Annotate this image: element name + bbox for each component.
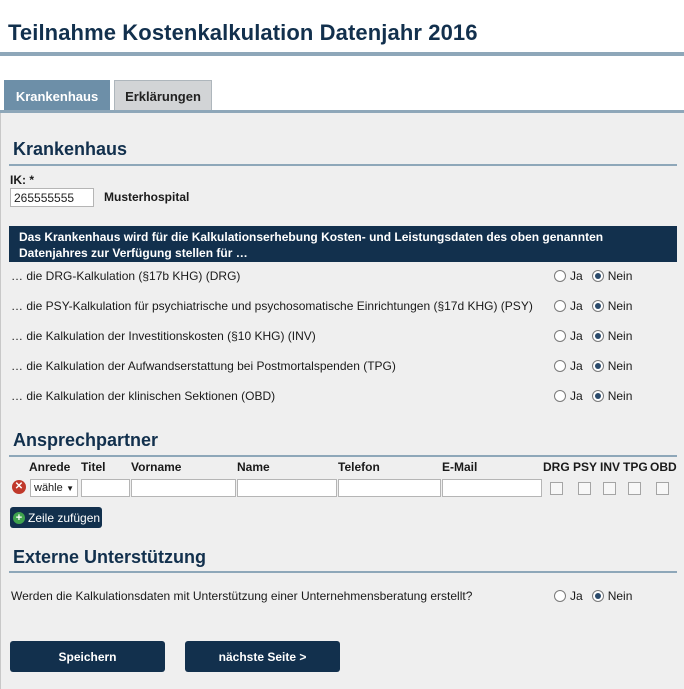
contact-row: ✕ wähle ▼: [9, 478, 677, 498]
radio-group: Ja Nein: [554, 389, 641, 403]
radio-label-yes: Ja: [570, 589, 583, 603]
contact-table-header: Anrede Titel Vorname Name Telefon E-Mail…: [9, 460, 677, 475]
section-title-krankenhaus: Krankenhaus: [13, 139, 128, 159]
radio-group: Ja Nein: [554, 299, 641, 313]
radio-label-yes: Ja: [570, 329, 583, 343]
tab-krankenhaus[interactable]: Krankenhaus: [4, 80, 110, 111]
tpg-checkbox[interactable]: [628, 482, 641, 495]
radio-no[interactable]: [591, 300, 604, 312]
radio-no[interactable]: [591, 390, 604, 402]
radio-group: Ja Nein: [554, 269, 641, 283]
radio-label-no: Nein: [607, 329, 633, 343]
question-row-tpg: … die Kalkulation der Aufwandserstattung…: [9, 351, 677, 381]
column-header-email: E-Mail: [442, 460, 478, 474]
drg-checkbox[interactable]: [550, 482, 563, 495]
save-button[interactable]: Speichern: [10, 641, 165, 672]
column-header-vorname: Vorname: [131, 460, 182, 474]
hospital-name: Musterhospital: [104, 190, 190, 204]
radio-label-yes: Ja: [570, 269, 583, 283]
titel-input[interactable]: [81, 479, 130, 497]
inv-checkbox[interactable]: [603, 482, 616, 495]
radio-label-yes: Ja: [570, 299, 583, 313]
radio-label-no: Nein: [607, 269, 633, 283]
column-header-name: Name: [237, 460, 270, 474]
column-header-obd: OBD: [650, 460, 677, 474]
trash-icon[interactable]: ✕: [12, 480, 26, 494]
tab-bar: Krankenhaus Erklärungen: [4, 80, 216, 111]
radio-yes[interactable]: [554, 360, 566, 372]
name-input[interactable]: [237, 479, 337, 497]
tab-erklaerungen[interactable]: Erklärungen: [114, 80, 212, 111]
email-input[interactable]: [442, 479, 542, 497]
page-title: Teilnahme Kostenkalkulation Datenjahr 20…: [8, 20, 478, 45]
section-title-externe-unterstuetzung: Externe Unterstützung: [13, 547, 207, 567]
radio-no[interactable]: [591, 360, 604, 372]
question-row-external: Werden die Kalkulationsdaten mit Unterst…: [9, 581, 677, 611]
chevron-down-icon: ▼: [66, 483, 74, 493]
radio-group: Ja Nein: [554, 589, 641, 603]
radio-label-no: Nein: [607, 389, 633, 403]
column-header-tpg: TPG: [623, 460, 648, 474]
section-title-ansprechpartner: Ansprechpartner: [13, 430, 159, 450]
next-page-button[interactable]: nächste Seite >: [185, 641, 340, 672]
radio-yes[interactable]: [554, 390, 566, 402]
page-header: Teilnahme Kostenkalkulation Datenjahr 20…: [0, 0, 684, 56]
question-row-drg: … die DRG-Kalkulation (§17b KHG) (DRG) J…: [9, 261, 677, 291]
anrede-select[interactable]: wähle ▼: [30, 479, 78, 497]
psy-checkbox[interactable]: [578, 482, 591, 495]
section-divider: [9, 455, 677, 457]
section-divider: [9, 164, 677, 166]
radio-no[interactable]: [591, 330, 604, 342]
radio-label-no: Nein: [607, 589, 633, 603]
radio-label-yes: Ja: [570, 389, 583, 403]
question-row-obd: … die Kalkulation der klinischen Sektion…: [9, 381, 677, 411]
column-header-psy: PSY: [573, 460, 598, 474]
section-divider: [9, 571, 677, 573]
plus-icon: +: [13, 511, 25, 524]
column-header-titel: Titel: [81, 460, 106, 474]
ik-input[interactable]: [10, 188, 94, 207]
radio-yes[interactable]: [554, 270, 566, 282]
question-row-psy: … die PSY-Kalkulation für psychiatrische…: [9, 291, 677, 321]
radio-yes[interactable]: [554, 590, 566, 602]
radio-group: Ja Nein: [554, 359, 641, 373]
form-content: Krankenhaus IK: * Musterhospital Das Kra…: [0, 113, 684, 689]
column-header-inv: INV: [600, 460, 621, 474]
radio-no[interactable]: [591, 590, 604, 602]
add-row-button[interactable]: + Zeile zufügen: [10, 507, 102, 528]
column-header-telefon: Telefon: [338, 460, 380, 474]
column-header-anrede: Anrede: [29, 460, 71, 474]
telefon-input[interactable]: [338, 479, 441, 497]
obd-checkbox[interactable]: [656, 482, 669, 495]
column-header-drg: DRG: [543, 460, 570, 474]
radio-yes[interactable]: [554, 300, 566, 312]
radio-no[interactable]: [591, 270, 604, 282]
radio-label-no: Nein: [607, 299, 633, 313]
ik-label: IK: *: [10, 173, 34, 187]
radio-label-yes: Ja: [570, 359, 583, 373]
radio-yes[interactable]: [554, 330, 566, 342]
radio-label-no: Nein: [607, 359, 633, 373]
radio-group: Ja Nein: [554, 329, 641, 343]
add-row-label: Zeile zufügen: [28, 510, 101, 525]
question-row-inv: … die Kalkulation der Investitionskosten…: [9, 321, 677, 351]
participation-info-bar: Das Krankenhaus wird für die Kalkulation…: [9, 226, 677, 262]
anrede-select-value: wähle: [34, 482, 63, 494]
vorname-input[interactable]: [131, 479, 236, 497]
